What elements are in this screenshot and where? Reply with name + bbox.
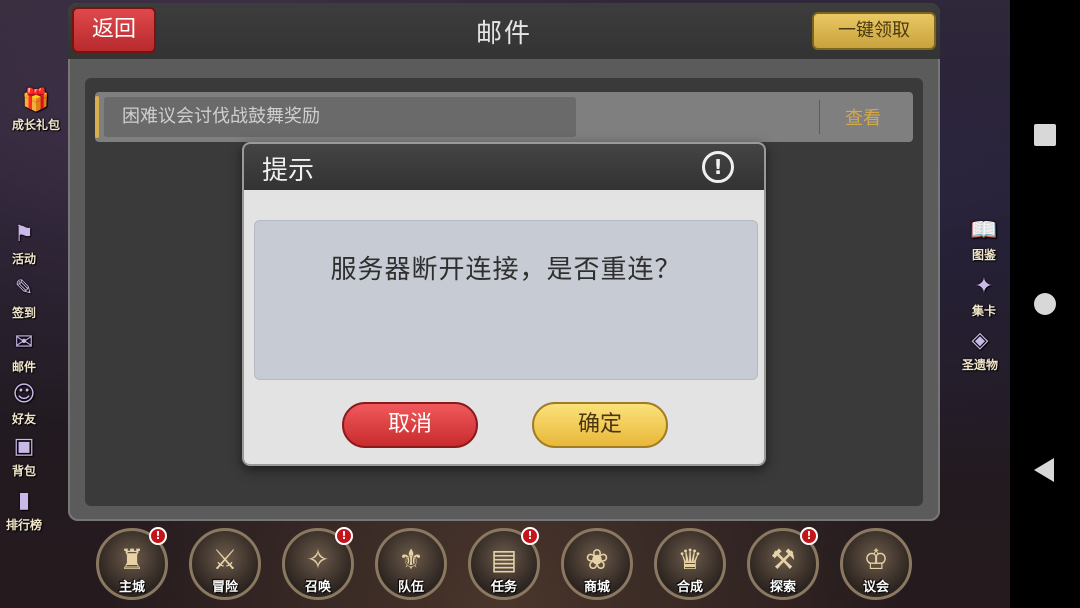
left-menu-label: 背包 — [11, 464, 36, 478]
dialog-header: 提示 ! — [244, 144, 764, 190]
book-icon: 📖 — [970, 218, 998, 243]
left-menu-label: 排行榜 — [5, 518, 42, 532]
notification-badge: ! — [335, 527, 353, 545]
gift-icon: 🎁 — [22, 88, 50, 113]
left-menu-item-ranking[interactable]: ▮ 排行榜 — [0, 488, 54, 533]
bottom-nav-label: 商城 — [583, 580, 610, 595]
cancel-button[interactable]: 取消 — [342, 402, 478, 448]
left-menu-label: 成长礼包 — [11, 118, 60, 132]
bottom-nav-label: 冒险 — [211, 580, 238, 595]
notification-badge: ! — [149, 527, 167, 545]
bottom-nav-summon[interactable]: ✧ 召唤 ! — [282, 527, 354, 600]
left-menu-label: 活动 — [11, 252, 36, 266]
left-menu-item-activity[interactable]: ⚑ 活动 — [0, 222, 54, 267]
list-item[interactable]: 困难议会讨伐战鼓舞奖励 查看 — [95, 92, 913, 142]
reconnect-dialog: 提示 ! 服务器断开连接，是否重连？ 取消 确定 — [242, 142, 766, 466]
bottom-nav-quest[interactable]: ▤ 任务 ! — [468, 527, 540, 600]
bottom-nav-label: 主城 — [118, 580, 145, 595]
notification-badge: ! — [800, 527, 818, 545]
axe-icon: ⚔ — [212, 543, 238, 576]
dialog-message: 服务器断开连接，是否重连？ — [330, 255, 682, 285]
right-menu-item-cards[interactable]: ✦ 集卡 — [954, 274, 1014, 319]
checkin-icon: ✎ — [14, 276, 34, 301]
bottom-nav-main-city[interactable]: ♜ 主城 ! — [96, 527, 168, 600]
bottom-nav-council[interactable]: ♔ 议会 — [840, 528, 912, 600]
right-menu-label: 图鉴 — [971, 248, 996, 262]
bottom-nav-label: 队伍 — [397, 580, 424, 595]
notification-badge: ! — [521, 527, 539, 545]
relic-icon: ◈ — [971, 328, 989, 353]
left-menu-label: 签到 — [11, 306, 36, 320]
left-menu-label: 好友 — [11, 412, 36, 426]
shop-icon: ❀ — [585, 543, 609, 576]
alert-icon: ! — [702, 151, 734, 183]
council-icon: ♔ — [863, 543, 889, 576]
left-menu-item-bag[interactable]: ▣ 背包 — [0, 434, 54, 479]
view-button[interactable]: 查看 — [845, 104, 881, 130]
unread-indicator — [95, 96, 99, 138]
confirm-button[interactable]: 确定 — [532, 402, 668, 448]
explore-icon: ⚒ — [770, 543, 796, 576]
recents-icon[interactable] — [1034, 124, 1056, 146]
bag-icon: ▣ — [13, 434, 35, 459]
right-menu-label: 圣遗物 — [961, 358, 998, 372]
castle-icon: ♜ — [119, 543, 145, 576]
right-menu-label: 集卡 — [971, 304, 996, 318]
back-icon[interactable] — [1034, 458, 1054, 482]
bottom-nav-shop[interactable]: ❀ 商城 — [561, 528, 633, 600]
summon-icon: ✧ — [306, 543, 330, 576]
bottom-nav-label: 合成 — [676, 580, 703, 595]
left-menu-item-growth-pack[interactable]: 🎁 成长礼包 — [6, 88, 66, 133]
divider — [819, 100, 820, 134]
page-title: 邮件 — [475, 19, 532, 49]
activity-icon: ⚑ — [14, 222, 34, 247]
dialog-message-box: 服务器断开连接，是否重连？ — [254, 220, 758, 380]
craft-icon: ♛ — [677, 543, 703, 576]
ranking-icon: ▮ — [17, 488, 31, 513]
mail-subject: 困难议会讨伐战鼓舞奖励 — [104, 97, 576, 137]
bottom-nav: ♜ 主城 ! ⚔ 冒险 ✧ 召唤 ! ⚜ 队伍 ▤ 任务 ! ❀ 商城 ♛ 合成… — [90, 522, 930, 608]
left-menu-item-mail[interactable]: ✉ 邮件 — [0, 330, 54, 375]
quest-icon: ▤ — [490, 543, 518, 576]
bottom-nav-team[interactable]: ⚜ 队伍 — [375, 528, 447, 600]
bottom-nav-label: 议会 — [862, 580, 889, 595]
bottom-nav-explore[interactable]: ⚒ 探索 ! — [747, 527, 819, 600]
right-menu-item-codex[interactable]: 📖 图鉴 — [954, 218, 1014, 263]
card-icon: ✦ — [974, 274, 994, 299]
bottom-nav-label: 探索 — [769, 580, 796, 595]
left-menu-item-friends[interactable]: ☺ 好友 — [0, 382, 54, 427]
left-menu-label: 邮件 — [11, 360, 36, 374]
claim-all-button[interactable]: 一键领取 — [812, 12, 936, 50]
bottom-nav-adventure[interactable]: ⚔ 冒险 — [189, 528, 261, 600]
home-icon[interactable] — [1034, 293, 1056, 315]
friends-icon: ☺ — [12, 382, 36, 407]
dialog-title: 提示 — [262, 156, 315, 186]
right-menu-item-relics[interactable]: ◈ 圣遗物 — [948, 328, 1012, 373]
left-menu-item-checkin[interactable]: ✎ 签到 — [0, 276, 54, 321]
system-nav-bar — [1010, 0, 1080, 608]
bottom-nav-craft[interactable]: ♛ 合成 — [654, 528, 726, 600]
team-icon: ⚜ — [398, 543, 424, 576]
bottom-nav-label: 召唤 — [304, 580, 331, 595]
mail-header: 返回 邮件 一键领取 — [68, 3, 940, 59]
bottom-nav-label: 任务 — [490, 580, 517, 595]
mail-icon: ✉ — [14, 330, 34, 355]
